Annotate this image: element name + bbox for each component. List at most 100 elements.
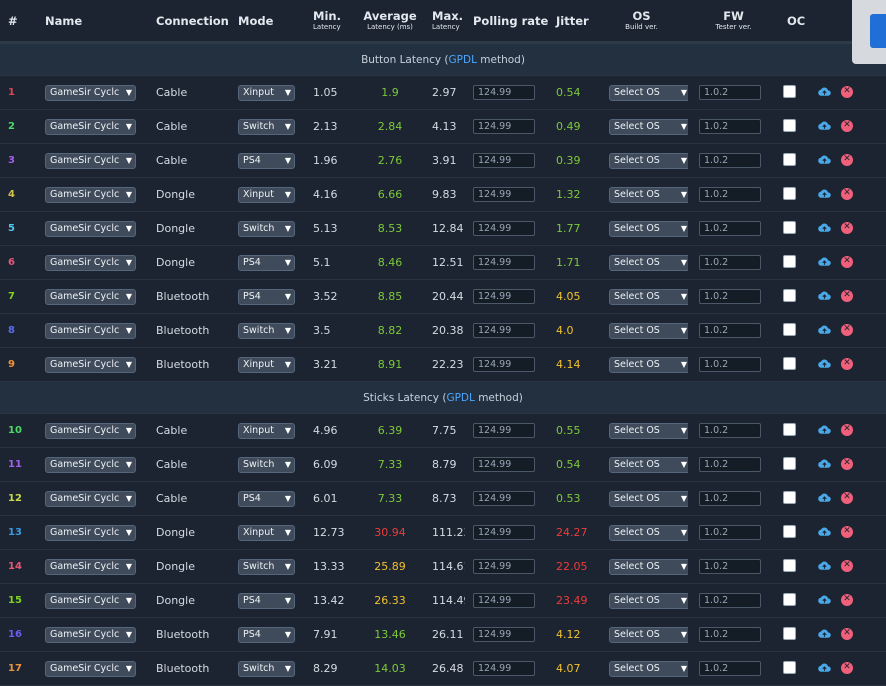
fw-version-input[interactable]: 1.0.2 [699, 119, 761, 134]
fw-version-input[interactable]: 1.0.2 [699, 593, 761, 608]
fw-version-input[interactable]: 1.0.2 [699, 559, 761, 574]
close-circle-icon[interactable]: ✕ [841, 627, 853, 640]
os-select[interactable]: Select OS ▼ [609, 660, 688, 677]
cloud-upload-icon[interactable] [818, 189, 831, 199]
name-select[interactable]: GameSir Cyclc ▼ [45, 558, 136, 575]
cloud-upload-icon[interactable] [818, 595, 831, 605]
polling-rate-input[interactable]: 124.99 [473, 289, 535, 304]
cloud-upload-icon[interactable] [818, 425, 831, 435]
mode-select[interactable]: Xinput ▼ [238, 422, 295, 439]
polling-rate-input[interactable]: 124.99 [473, 323, 535, 338]
fw-version-input[interactable]: 1.0.2 [699, 323, 761, 338]
gpdl-link[interactable]: GPDL [449, 54, 477, 66]
mode-select[interactable]: PS4 ▼ [238, 626, 295, 643]
os-select[interactable]: Select OS ▼ [609, 456, 688, 473]
close-circle-icon[interactable]: ✕ [841, 525, 853, 538]
cloud-upload-icon[interactable] [818, 493, 831, 503]
cloud-upload-icon[interactable] [818, 527, 831, 537]
os-select[interactable]: Select OS ▼ [609, 356, 688, 373]
polling-rate-input[interactable]: 124.99 [473, 187, 535, 202]
mode-select[interactable]: Switch ▼ [238, 220, 295, 237]
polling-rate-input[interactable]: 124.99 [473, 85, 535, 100]
mode-select[interactable]: Switch ▼ [238, 322, 295, 339]
polling-rate-input[interactable]: 124.99 [473, 559, 535, 574]
mode-select[interactable]: Switch ▼ [238, 456, 295, 473]
cloud-upload-icon[interactable] [818, 459, 831, 469]
name-select[interactable]: GameSir Cyclc ▼ [45, 322, 136, 339]
fw-version-input[interactable]: 1.0.2 [699, 153, 761, 168]
col-min-header[interactable]: Min. Latency [305, 0, 356, 44]
os-select[interactable]: Select OS ▼ [609, 626, 688, 643]
close-circle-icon[interactable]: ✕ [841, 187, 853, 200]
close-circle-icon[interactable]: ✕ [841, 85, 853, 98]
cloud-upload-icon[interactable] [818, 325, 831, 335]
mode-select[interactable]: PS4 ▼ [238, 254, 295, 271]
mode-select[interactable]: Switch ▼ [238, 660, 295, 677]
fw-version-input[interactable]: 1.0.2 [699, 289, 761, 304]
oc-checkbox[interactable] [783, 322, 796, 336]
col-os-header[interactable]: OS Build ver. [595, 0, 688, 44]
os-select[interactable]: Select OS ▼ [609, 524, 688, 541]
col-max-header[interactable]: Max. Latency [424, 0, 465, 44]
oc-checkbox[interactable] [783, 456, 796, 470]
fw-version-input[interactable]: 1.0.2 [699, 457, 761, 472]
os-select[interactable]: Select OS ▼ [609, 490, 688, 507]
mode-select[interactable]: Xinput ▼ [238, 524, 295, 541]
polling-rate-input[interactable]: 124.99 [473, 119, 535, 134]
close-circle-icon[interactable]: ✕ [841, 593, 853, 606]
cloud-upload-icon[interactable] [818, 257, 831, 267]
os-select[interactable]: Select OS ▼ [609, 220, 688, 237]
oc-checkbox[interactable] [783, 592, 796, 606]
col-oc-header[interactable]: OC [779, 0, 809, 44]
mode-select[interactable]: Xinput ▼ [238, 356, 295, 373]
col-mode-header[interactable]: Mode [230, 0, 305, 44]
close-circle-icon[interactable]: ✕ [841, 323, 853, 336]
oc-checkbox[interactable] [783, 186, 796, 200]
name-select[interactable]: GameSir Cyclc ▼ [45, 288, 136, 305]
close-circle-icon[interactable]: ✕ [841, 357, 853, 370]
close-circle-icon[interactable]: ✕ [841, 491, 853, 504]
fw-version-input[interactable]: 1.0.2 [699, 221, 761, 236]
polling-rate-input[interactable]: 124.99 [473, 525, 535, 540]
oc-checkbox[interactable] [783, 254, 796, 268]
cloud-upload-icon[interactable] [818, 155, 831, 165]
mode-select[interactable]: Switch ▼ [238, 118, 295, 135]
os-select[interactable]: Select OS ▼ [609, 152, 688, 169]
os-select[interactable]: Select OS ▼ [609, 118, 688, 135]
mode-select[interactable]: Xinput ▼ [238, 186, 295, 203]
os-select[interactable]: Select OS ▼ [609, 288, 688, 305]
close-circle-icon[interactable]: ✕ [841, 119, 853, 132]
mode-select[interactable]: Switch ▼ [238, 558, 295, 575]
os-select[interactable]: Select OS ▼ [609, 592, 688, 609]
col-avg-header[interactable]: Average Latency (ms) [356, 0, 424, 44]
cloud-upload-icon[interactable] [818, 561, 831, 571]
name-select[interactable]: GameSir Cyclc ▼ [45, 356, 136, 373]
col-number-header[interactable]: # [0, 0, 37, 44]
polling-rate-input[interactable]: 124.99 [473, 457, 535, 472]
mode-select[interactable]: PS4 ▼ [238, 152, 295, 169]
mode-select[interactable]: Xinput ▼ [238, 84, 295, 101]
oc-checkbox[interactable] [783, 288, 796, 302]
name-select[interactable]: GameSir Cyclc ▼ [45, 220, 136, 237]
oc-checkbox[interactable] [783, 422, 796, 436]
polling-rate-input[interactable]: 124.99 [473, 255, 535, 270]
polling-rate-input[interactable]: 124.99 [473, 153, 535, 168]
oc-checkbox[interactable] [783, 660, 796, 674]
oc-checkbox[interactable] [783, 356, 796, 370]
name-select[interactable]: GameSir Cyclc ▼ [45, 456, 136, 473]
mode-select[interactable]: PS4 ▼ [238, 288, 295, 305]
polling-rate-input[interactable]: 124.99 [473, 221, 535, 236]
oc-checkbox[interactable] [783, 220, 796, 234]
name-select[interactable]: GameSir Cyclc ▼ [45, 490, 136, 507]
col-name-header[interactable]: Name [37, 0, 148, 44]
oc-checkbox[interactable] [783, 490, 796, 504]
oc-checkbox[interactable] [783, 524, 796, 538]
cloud-upload-icon[interactable] [818, 359, 831, 369]
name-select[interactable]: GameSir Cyclc ▼ [45, 524, 136, 541]
name-select[interactable]: GameSir Cyclc ▼ [45, 186, 136, 203]
polling-rate-input[interactable]: 124.99 [473, 357, 535, 372]
fw-version-input[interactable]: 1.0.2 [699, 525, 761, 540]
gpdl-link[interactable]: GPDL [446, 392, 474, 404]
mode-select[interactable]: PS4 ▼ [238, 490, 295, 507]
fw-version-input[interactable]: 1.0.2 [699, 423, 761, 438]
